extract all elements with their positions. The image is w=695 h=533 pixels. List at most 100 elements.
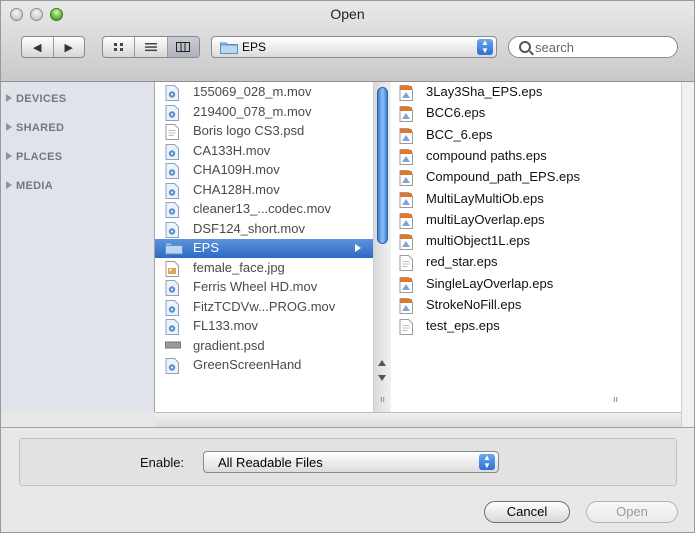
title-bar: Open ◀ ▶ EPS ▲ ▼ — [1, 1, 694, 82]
back-button[interactable]: ◀ — [22, 37, 54, 57]
path-popup[interactable]: EPS ▲ ▼ — [211, 36, 497, 58]
enable-popup[interactable]: All Readable Files ▲ ▼ — [203, 451, 499, 473]
column-resize-grip-icon[interactable]: ıı — [380, 394, 385, 404]
movie-file-icon — [165, 280, 179, 299]
eps-file-icon — [399, 170, 413, 189]
movie-file-icon — [165, 358, 179, 377]
file-row[interactable]: DSF124_short.mov — [155, 220, 373, 239]
file-row[interactable]: female_face.jpg — [155, 259, 373, 278]
expand-arrow-icon — [355, 244, 361, 252]
movie-file-icon — [165, 319, 179, 338]
disclosure-triangle-icon — [6, 181, 12, 189]
path-popup-label: EPS — [242, 40, 267, 54]
file-row[interactable]: 155069_028_m.mov — [155, 83, 373, 102]
sidebar-item-devices[interactable]: DEVICES — [6, 93, 66, 105]
psd-file-icon — [165, 339, 181, 354]
file-row[interactable]: multiObject1L.eps — [391, 232, 681, 251]
movie-file-icon — [165, 221, 179, 241]
file-row[interactable]: Ferris Wheel HD.mov — [155, 278, 373, 297]
sidebar-item-media[interactable]: MEDIA — [6, 180, 53, 192]
file-row[interactable]: MultiLayMultiOb.eps — [391, 190, 681, 209]
file-column-1: 155069_028_m.mov 219400_078_m.mov Boris lo… — [155, 82, 374, 412]
file-row[interactable]: CHA109H.mov — [155, 161, 373, 180]
file-row[interactable]: gradient.psd — [155, 337, 373, 356]
sidebar-item-places[interactable]: PLACES — [6, 151, 62, 163]
file-row[interactable]: BCC6.eps — [391, 104, 681, 123]
file-row[interactable]: SingleLayOverlap.eps — [391, 275, 681, 294]
eps-file-icon — [399, 106, 413, 125]
scroll-up-arrow-icon[interactable] — [378, 360, 386, 366]
horizontal-scrollbar[interactable] — [155, 412, 681, 428]
file-row[interactable]: 219400_078_m.mov — [155, 103, 373, 122]
enable-label: Enable: — [140, 455, 185, 470]
file-name: DSF124_short.mov — [193, 220, 305, 236]
disclosure-triangle-icon — [6, 152, 12, 160]
scroll-down-arrow-icon[interactable] — [378, 375, 386, 381]
file-name: MultiLayMultiOb.eps — [426, 190, 544, 206]
list-view-icon — [144, 43, 157, 52]
file-row[interactable]: CA133H.mov — [155, 142, 373, 161]
movie-file-icon — [165, 104, 179, 124]
file-name: FitzTCDVw...PROG.mov — [193, 298, 336, 314]
file-name: StrokeNoFill.eps — [426, 297, 522, 312]
divider — [1, 427, 694, 428]
file-row[interactable]: FitzTCDVw...PROG.mov — [155, 298, 373, 317]
forward-button[interactable]: ▶ — [54, 37, 85, 57]
file-row[interactable]: compound paths.eps — [391, 147, 681, 166]
back-arrow-icon: ◀ — [33, 41, 42, 54]
file-row[interactable]: Compound_path_EPS.eps — [391, 168, 681, 187]
column-1-scrollbar[interactable]: ıı — [373, 82, 392, 412]
folder-icon — [220, 42, 238, 54]
file-row[interactable]: GreenScreenHand — [155, 356, 373, 375]
window-title: Open — [330, 6, 365, 22]
file-row[interactable]: BCC_6.eps — [391, 126, 681, 145]
file-name: test_eps.eps — [426, 318, 500, 334]
file-name: CHA109H.mov — [193, 162, 280, 177]
file-row[interactable]: 3Lay3Sha_EPS.eps — [391, 83, 681, 102]
file-name: Ferris Wheel HD.mov — [193, 279, 318, 294]
search-icon — [519, 41, 531, 53]
eps-file-icon — [399, 234, 413, 253]
file-row[interactable]: FL133.mov — [155, 317, 373, 336]
document-file-icon — [399, 255, 413, 274]
eps-file-icon — [399, 212, 413, 232]
file-row[interactable]: red_star.eps — [391, 253, 681, 272]
scrollbar-thumb[interactable] — [377, 87, 388, 244]
file-row[interactable]: cleaner13_...codec.mov — [155, 200, 373, 219]
list-view-button[interactable] — [135, 37, 168, 57]
file-row[interactable]: CHA128H.mov — [155, 181, 373, 200]
file-row[interactable]: multiLayOverlap.eps — [391, 211, 681, 230]
popup-arrows-icon: ▲ ▼ — [477, 39, 493, 55]
search-input[interactable] — [535, 39, 665, 55]
file-row[interactable]: test_eps.eps — [391, 317, 681, 336]
file-name: BCC6.eps — [426, 105, 486, 121]
right-column-edge — [681, 82, 694, 427]
eps-file-icon — [399, 276, 413, 296]
movie-file-icon — [165, 299, 179, 319]
movie-file-icon — [165, 163, 179, 182]
file-name: SingleLayOverlap.eps — [426, 275, 554, 291]
file-name: Boris logo CS3.psd — [193, 123, 305, 138]
file-row[interactable]: StrokeNoFill.eps — [391, 296, 681, 315]
disclosure-triangle-icon — [6, 94, 12, 102]
selected-folder-row[interactable]: EPS — [155, 239, 373, 258]
column-view-button[interactable] — [167, 37, 199, 57]
file-name: EPS — [193, 240, 220, 255]
sidebar-item-shared[interactable]: SHARED — [6, 122, 64, 134]
search-field[interactable] — [508, 36, 678, 58]
file-row[interactable]: Boris logo CS3.psd — [155, 122, 373, 141]
view-mode-control — [102, 36, 200, 58]
cancel-button[interactable]: Cancel — [484, 501, 570, 523]
enable-popup-value: All Readable Files — [218, 455, 323, 470]
icon-view-icon — [113, 43, 123, 51]
document-file-icon — [165, 124, 179, 143]
file-name: BCC_6.eps — [426, 126, 493, 142]
column-resize-grip-icon[interactable]: ıı — [613, 394, 618, 404]
icon-view-button[interactable] — [103, 37, 136, 57]
eps-file-icon — [399, 191, 413, 211]
movie-file-icon — [165, 143, 179, 163]
open-button[interactable]: Open — [586, 501, 678, 523]
popup-arrows-icon: ▲ ▼ — [479, 454, 495, 470]
eps-file-icon — [399, 148, 413, 168]
movie-file-icon — [165, 85, 179, 104]
